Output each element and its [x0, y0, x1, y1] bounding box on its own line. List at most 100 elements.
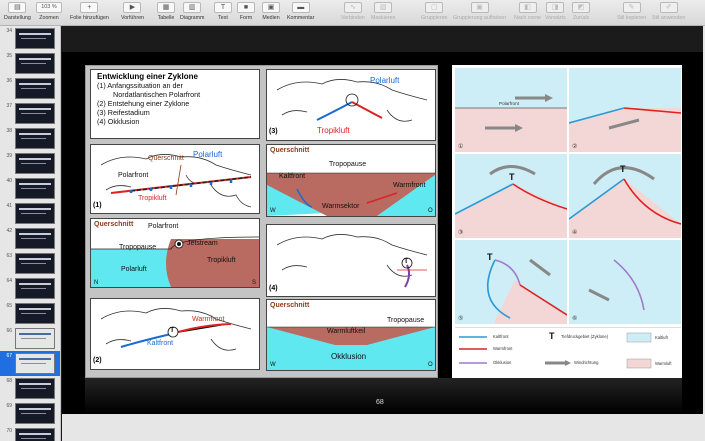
connect-icon: ∿ [343, 2, 362, 13]
stage-graphic [455, 68, 567, 152]
map-stage-3: Polarluft Tropikluft (3) [266, 69, 436, 141]
slide-preview [15, 403, 55, 424]
zoom-button[interactable]: 103 % Zoomen [36, 2, 62, 24]
slide-thumbnail[interactable]: 35 [0, 51, 60, 76]
slide-preview [15, 278, 55, 299]
play-button[interactable]: ▶ Vorführen [121, 2, 144, 24]
backward-button[interactable]: ◩ Zurück [572, 2, 590, 24]
slide-thumbnail[interactable]: 42 [0, 226, 60, 251]
view-button[interactable]: ▤ Darstellung [4, 2, 31, 24]
copy-style-button[interactable]: ✎ Stil kopieren [617, 2, 646, 24]
slide-thumbnail[interactable]: 40 [0, 176, 60, 201]
ungroup-button[interactable]: ▣ Gruppierung aufheben [453, 2, 506, 24]
chart-button[interactable]: ▥ Diagramm [180, 2, 204, 24]
slide-thumbnail[interactable]: 64 [0, 276, 60, 301]
forward-button[interactable]: ◨ Vorwärts [545, 2, 566, 24]
forward-icon: ◨ [546, 2, 565, 13]
slide-preview [15, 103, 55, 124]
group-button[interactable]: ▢ Gruppieren [421, 2, 448, 24]
shape-icon: ■ [237, 2, 255, 13]
cyclone-stages-panel: Polarfront ① ② T ③ T ④ T ⑤ ⑥ Kaltfront W… [452, 65, 682, 378]
stage-cell-6: ⑥ [569, 240, 681, 324]
ungroup-icon: ▣ [470, 2, 489, 13]
play-icon: ▶ [123, 2, 142, 13]
slide-preview [15, 153, 55, 174]
map-stage-2: T Warmfront Kaltfront (2) [90, 298, 260, 370]
slide-preview [15, 228, 55, 249]
list-item: Nordatlantischen Polarfront [113, 90, 201, 99]
add-slide-button[interactable]: + Folie hinzufügen [70, 2, 109, 24]
slide-preview [15, 428, 55, 441]
comment-button[interactable]: ▬ Kommentar [287, 2, 314, 24]
map-outline [276, 234, 428, 288]
table-icon: ▦ [157, 2, 175, 13]
map-outline [100, 308, 252, 351]
paste-style-icon: ✐ [659, 2, 678, 13]
slide-preview [15, 128, 55, 149]
slide-reflection [85, 378, 682, 414]
cyclone-diagram-panel: Entwicklung einer Zyklone (1) Anfangssit… [85, 65, 438, 378]
bring-forward-icon: ◧ [518, 2, 537, 13]
slide-thumbnail-selected[interactable]: 67 [0, 351, 60, 376]
slide-thumbnail[interactable]: 37 [0, 101, 60, 126]
zoom-icon: 103 % [36, 2, 62, 13]
mask-button[interactable]: ▧ Maskieren [371, 2, 395, 24]
stage-graphic [455, 240, 568, 324]
bring-forward-button[interactable]: ◧ Nach vorne [514, 2, 541, 24]
media-icon: ▣ [262, 2, 280, 13]
stage-cell-5: T ⑤ [455, 240, 568, 324]
text-button[interactable]: T Text [214, 2, 232, 24]
list-item: (3) Reifestadium [97, 108, 150, 117]
connect-button[interactable]: ∿ Verbinden [341, 2, 365, 24]
stage-graphic [568, 68, 682, 152]
stage-cell-3: T ③ [454, 154, 568, 238]
slide-preview [15, 353, 55, 374]
page-number: 68 [376, 399, 384, 406]
paste-style-button[interactable]: ✐ Stil anwenden [652, 2, 685, 24]
slide-preview [15, 203, 55, 224]
comment-icon: ▬ [291, 2, 310, 13]
chart-icon: ▥ [183, 2, 202, 13]
slide-thumbnail[interactable]: 41 [0, 201, 60, 226]
add-slide-icon: + [80, 2, 99, 13]
slide-thumbnail[interactable]: 34 [0, 26, 60, 51]
mask-icon: ▧ [374, 2, 393, 13]
slide-thumbnail[interactable]: 69 [0, 401, 60, 426]
list-item: (2) Entstehung einer Zyklone [97, 99, 190, 108]
slide-thumbnail[interactable]: 66 [0, 326, 60, 351]
stage-cell-2: ② [568, 68, 682, 152]
slide-preview [15, 78, 55, 99]
shape-button[interactable]: ■ Form [237, 2, 255, 24]
slide-preview [15, 378, 55, 399]
slide-preview [15, 53, 55, 74]
canvas-bottom [62, 414, 705, 441]
stage-cell-1: Polarfront ① [455, 68, 567, 152]
cross-section-3: Querschnitt Tropopause Kaltfront Warmfro… [266, 144, 436, 217]
copy-style-icon: ✎ [622, 2, 641, 13]
text-icon: T [214, 2, 232, 13]
slide-thumbnail[interactable]: 70 [0, 426, 60, 441]
slide-thumbnail[interactable]: 39 [0, 151, 60, 176]
title-box: Entwicklung einer Zyklone (1) Anfangssit… [90, 69, 260, 139]
table-button[interactable]: ▦ Tabelle [157, 2, 175, 24]
cross-section-1: Querschnitt Polarfront Tropopause Jetstr… [90, 218, 260, 288]
slide-title: Entwicklung einer Zyklone [97, 72, 198, 81]
slide-thumbnail[interactable]: 65 [0, 301, 60, 326]
slide-thumbnail[interactable]: 63 [0, 251, 60, 276]
slide-preview [15, 178, 55, 199]
media-button[interactable]: ▣ Medien [262, 2, 280, 24]
cross-section-4: Querschnitt Tropopause Warmluftkeil Okkl… [266, 299, 436, 371]
slide-preview [15, 303, 55, 324]
legend: Kaltfront Warmfront Okklusion T Tiefdruc… [455, 327, 681, 375]
view-icon: ▤ [8, 2, 27, 13]
backward-icon: ◩ [572, 2, 590, 13]
map-stage-4: T (4) [266, 224, 436, 297]
toolbar: ▤ Darstellung 103 % Zoomen + Folie hinzufüg… [0, 0, 705, 26]
slide-thumbnail[interactable]: 38 [0, 126, 60, 151]
stage-graphic [569, 240, 681, 324]
slide-thumbnail[interactable]: 68 [0, 376, 60, 401]
list-item: (4) Okklusion [97, 117, 140, 126]
group-icon: ▢ [425, 2, 444, 13]
slide-thumbnail[interactable]: 36 [0, 76, 60, 101]
map-stage-1: Querschnitt Polarluft Polarfront Tropikl… [90, 144, 260, 214]
